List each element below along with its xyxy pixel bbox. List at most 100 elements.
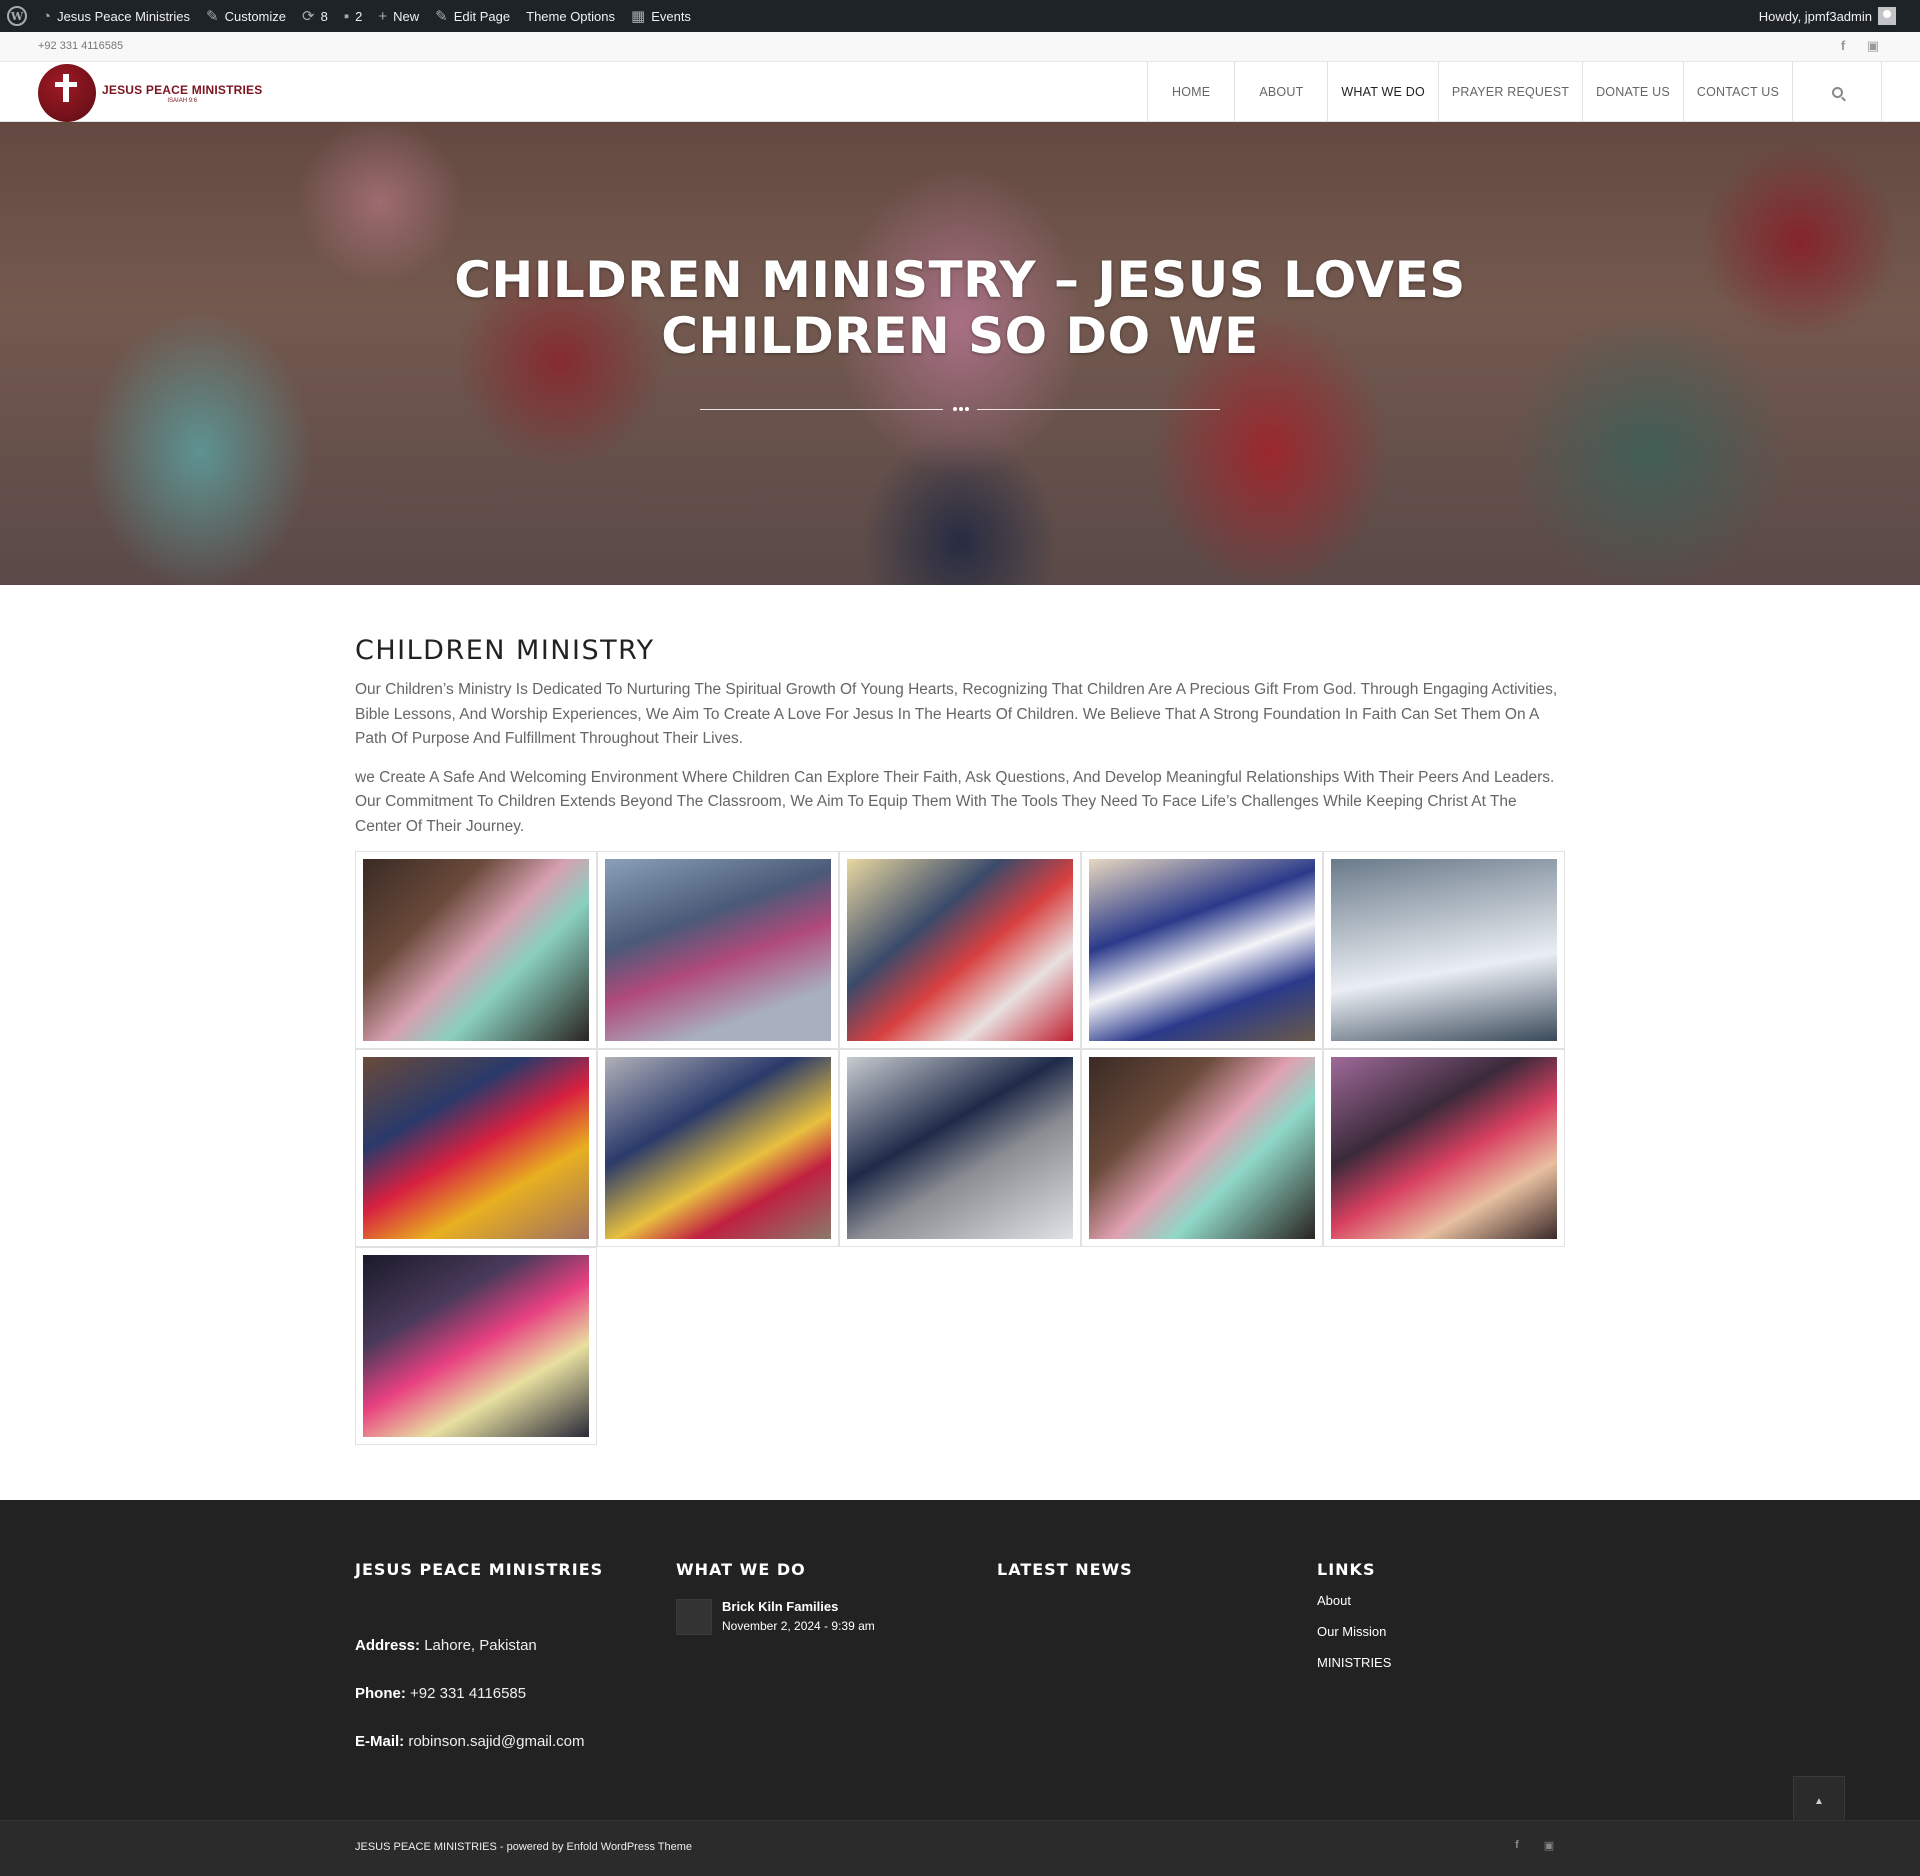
gallery-item[interactable] — [355, 1247, 597, 1445]
events-label: Events — [651, 8, 691, 24]
search-button[interactable] — [1792, 62, 1882, 122]
wordpress-icon: W — [7, 6, 27, 26]
footer-links-column: LINKS About Our Mission MINISTRIES — [1317, 1560, 1557, 1670]
avatar — [1878, 7, 1896, 25]
gallery-item[interactable] — [597, 1049, 839, 1247]
gallery-photo — [1089, 1057, 1315, 1239]
gallery-photo — [847, 1057, 1073, 1239]
site-footer: JESUS PEACE MINISTRIES Address: Lahore, … — [0, 1500, 1920, 1820]
header-socials: f ▣ — [1836, 38, 1880, 54]
admin-bar: W ◔ Jesus Peace Ministries ✎ Customize ⟳ 8 … — [0, 0, 1920, 32]
gallery-item[interactable] — [1081, 1049, 1323, 1247]
comments-link[interactable]: ▪ 2 — [336, 0, 371, 32]
hero-separator — [700, 404, 1220, 416]
gallery-photo — [363, 1255, 589, 1437]
hero-banner: CHILDREN MINISTRY – JESUS LOVES CHILDREN… — [0, 122, 1920, 585]
nav-prayer-request[interactable]: PRAYER REQUEST — [1437, 62, 1582, 122]
scroll-to-top-button[interactable]: ▲ — [1793, 1776, 1845, 1826]
news-item[interactable]: Brick Kiln Families November 2, 2024 - 9… — [676, 1599, 976, 1635]
dashboard-icon: ◔ — [42, 7, 52, 25]
dots-icon — [953, 407, 969, 411]
gallery-item[interactable] — [1323, 1049, 1565, 1247]
nav-donate-us[interactable]: DONATE US — [1582, 62, 1683, 122]
howdy-label: Howdy, jpmf3admin — [1758, 8, 1872, 24]
wordpress-logo-button[interactable]: W — [0, 0, 34, 32]
nav-home[interactable]: HOME — [1147, 62, 1234, 122]
gallery-item[interactable] — [839, 851, 1081, 1049]
gallery-photo — [1331, 859, 1557, 1041]
admin-site-link[interactable]: ◔ Jesus Peace Ministries — [34, 0, 198, 32]
customize-link[interactable]: ✎ Customize — [198, 0, 294, 32]
facebook-icon[interactable]: f — [1836, 38, 1850, 54]
gallery-item[interactable] — [839, 1049, 1081, 1247]
logo-subtitle: ISAIAH 9:6 — [167, 97, 198, 104]
section-title: CHILDREN MINISTRY — [355, 635, 655, 666]
gallery-photo — [363, 1057, 589, 1239]
site-logo[interactable]: JESUS PEACE MINISTRIES ISAIAH 9:6 — [38, 64, 262, 122]
site-header: JESUS PEACE MINISTRIES ISAIAH 9:6 HOME A… — [0, 62, 1920, 122]
updates-count: 8 — [320, 8, 328, 24]
chevron-up-icon: ▲ — [1814, 1795, 1824, 1807]
edit-page-label: Edit Page — [453, 8, 511, 24]
youtube-icon[interactable]: ▣ — [1866, 38, 1880, 54]
calendar-icon: ▦ — [631, 8, 646, 25]
footer-socials: f ▣ — [1510, 1839, 1556, 1855]
news-thumbnail — [676, 1599, 712, 1635]
gallery-item[interactable] — [597, 851, 839, 1049]
nav-contact-us[interactable]: CONTACT US — [1682, 62, 1792, 122]
gallery-item[interactable] — [355, 851, 597, 1049]
footer-link-about[interactable]: About — [1317, 1593, 1557, 1608]
news-date: November 2, 2024 - 9:39 am — [722, 1619, 875, 1633]
youtube-icon[interactable]: ▣ — [1542, 1839, 1556, 1855]
footer-link-our-mission[interactable]: Our Mission — [1317, 1624, 1557, 1639]
logo-title: JESUS PEACE MINISTRIES — [102, 82, 263, 97]
footer-what-we-do-column: WHAT WE DO Brick Kiln Families November … — [676, 1560, 976, 1635]
theme-options-link[interactable]: Theme Options — [518, 0, 623, 32]
pencil-icon: ✎ — [435, 8, 448, 25]
edit-page-link[interactable]: ✎ Edit Page — [427, 0, 518, 32]
footer-heading: JESUS PEACE MINISTRIES — [355, 1560, 604, 1579]
admin-site-name: Jesus Peace Ministries — [57, 8, 191, 24]
header-phone: +92 331 4116585 — [38, 40, 124, 52]
footer-link-ministries[interactable]: MINISTRIES — [1317, 1655, 1557, 1670]
news-title: Brick Kiln Families — [722, 1599, 839, 1614]
theme-options-label: Theme Options — [526, 8, 615, 24]
footer-socket: JESUS PEACE MINISTRIES - powered by Enfo… — [0, 1820, 1920, 1876]
footer-address: Address: Lahore, Pakistan — [355, 1637, 537, 1654]
cross-dove-icon — [38, 64, 96, 122]
account-menu[interactable]: Howdy, jpmf3admin — [1751, 0, 1920, 32]
footer-heading: LINKS — [1317, 1560, 1376, 1579]
facebook-icon[interactable]: f — [1510, 1839, 1524, 1855]
nav-what-we-do[interactable]: WHAT WE DO — [1327, 62, 1437, 122]
second-paragraph: we Create A Safe And Welcoming Environme… — [355, 768, 1555, 835]
top-info-bar: +92 331 4116585 f ▣ — [0, 32, 1920, 62]
gallery-photo — [847, 859, 1073, 1041]
footer-email[interactable]: E-Mail: robinson.sajid@gmail.com — [355, 1733, 655, 1750]
search-icon — [1831, 86, 1843, 98]
gallery-photo — [363, 859, 589, 1041]
copyright-text: JESUS PEACE MINISTRIES - powered by Enfo… — [355, 1841, 693, 1853]
nav-about[interactable]: ABOUT — [1234, 62, 1327, 122]
new-content-link[interactable]: + New — [370, 0, 427, 32]
footer-phone: Phone: +92 331 4116585 — [355, 1685, 527, 1702]
gallery-item[interactable] — [1323, 851, 1565, 1049]
photo-gallery — [355, 851, 1565, 1445]
refresh-icon: ⟳ — [302, 8, 315, 25]
events-link[interactable]: ▦ Events — [623, 0, 699, 32]
gallery-photo — [1089, 859, 1315, 1041]
gallery-item[interactable] — [355, 1049, 597, 1247]
footer-heading: LATEST NEWS — [997, 1560, 1133, 1579]
brush-icon: ✎ — [206, 8, 219, 25]
comments-count: 2 — [355, 8, 363, 24]
footer-latest-news-column: LATEST NEWS — [997, 1560, 1297, 1579]
comment-icon: ▪ — [343, 7, 350, 25]
gallery-photo — [1331, 1057, 1557, 1239]
gallery-item[interactable] — [1081, 851, 1323, 1049]
plus-icon: + — [378, 7, 388, 25]
main-content: CHILDREN MINISTRY Our Children’s Ministr… — [355, 585, 1565, 1445]
logo-text: JESUS PEACE MINISTRIES ISAIAH 9:6 — [102, 83, 262, 104]
updates-link[interactable]: ⟳ 8 — [294, 0, 336, 32]
footer-heading: WHAT WE DO — [676, 1560, 806, 1579]
customize-label: Customize — [224, 8, 287, 24]
gallery-photo — [605, 859, 831, 1041]
